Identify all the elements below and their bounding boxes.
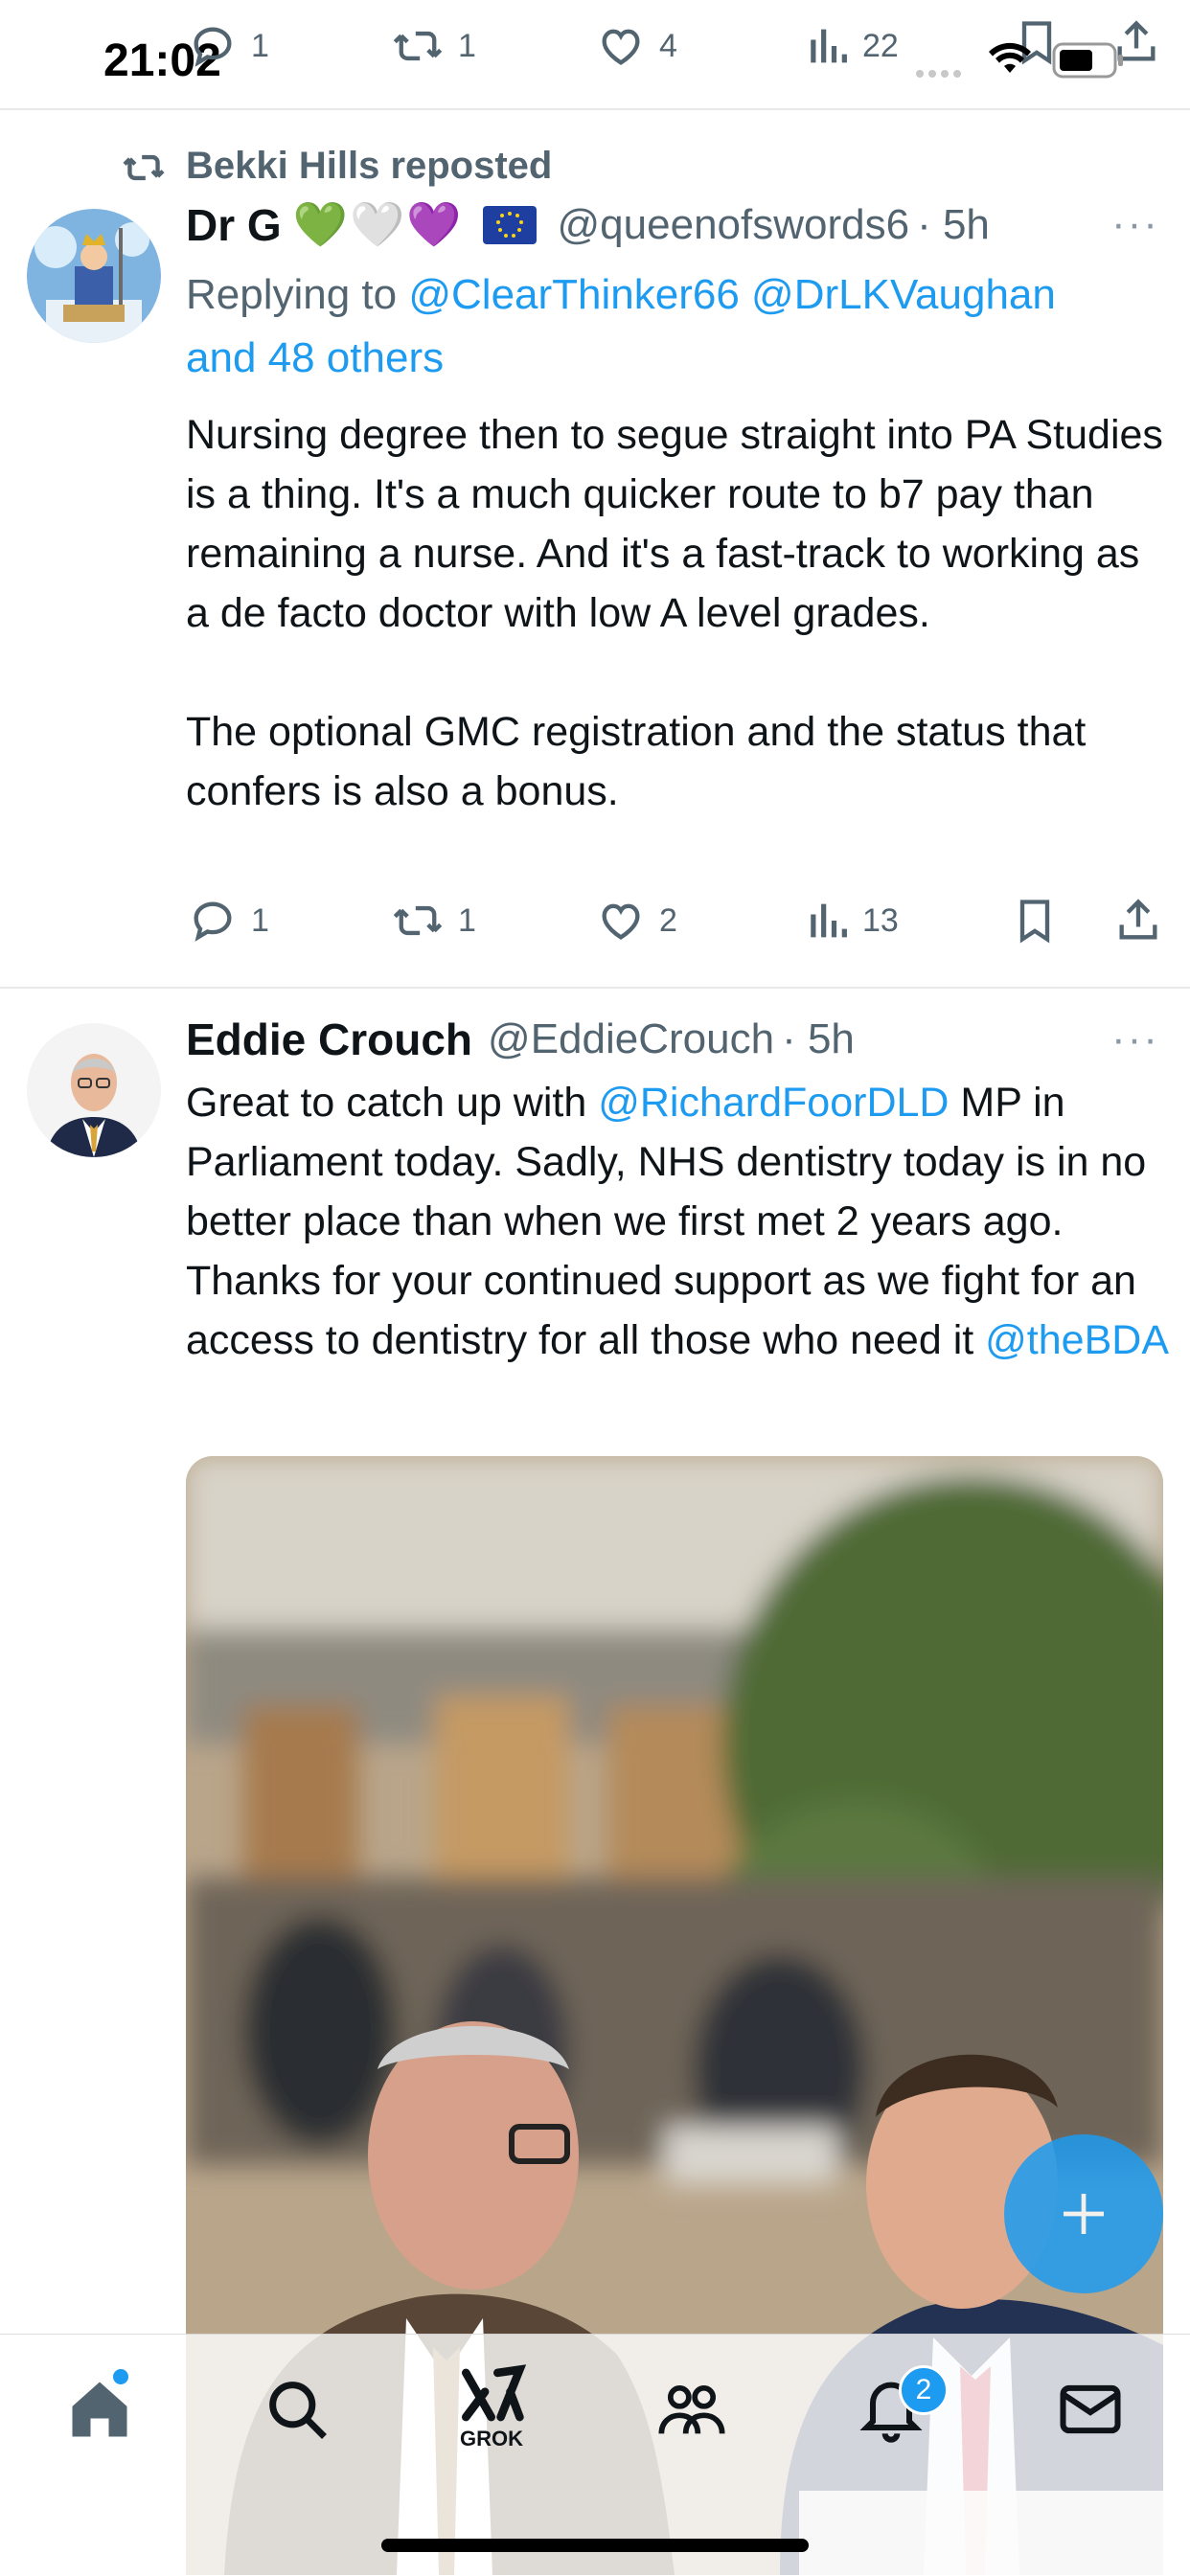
tweet-time: · 5h bbox=[782, 1015, 855, 1062]
reply-button[interactable]: 1 bbox=[188, 896, 269, 946]
home-indicator[interactable] bbox=[381, 2539, 809, 2552]
like-button[interactable]: 2 bbox=[596, 896, 677, 946]
nav-communities[interactable] bbox=[655, 2373, 728, 2446]
new-posts-dot bbox=[113, 2369, 128, 2384]
heart-icon bbox=[602, 903, 640, 940]
repost-icon bbox=[393, 905, 443, 936]
repost-icon bbox=[393, 31, 443, 61]
reply-icon bbox=[194, 901, 232, 942]
mention-link[interactable]: @theBDA bbox=[985, 1317, 1169, 1363]
reply-others-link[interactable]: and 48 others bbox=[186, 334, 444, 381]
grok-label: GROK bbox=[460, 2427, 523, 2451]
search-icon bbox=[269, 2382, 327, 2439]
avatar[interactable] bbox=[27, 209, 161, 343]
tweet-header: Eddie Crouch @EddieCrouch · 5h bbox=[186, 1014, 855, 1065]
status-bar: 21:02 1 1 4 22 bbox=[0, 0, 1190, 110]
messages-icon bbox=[1060, 2384, 1121, 2434]
nav-search[interactable] bbox=[261, 2373, 333, 2446]
eu-flag-icon bbox=[482, 205, 537, 244]
replying-to: Replying to @ClearThinker66 @DrLKVaughan… bbox=[186, 271, 1056, 381]
compose-button[interactable] bbox=[1004, 2134, 1163, 2293]
cellular-signal-icon bbox=[916, 70, 961, 78]
reply-count: 1 bbox=[251, 901, 269, 939]
nav-notifications[interactable]: 2 bbox=[855, 2365, 949, 2446]
views-icon bbox=[811, 903, 847, 938]
battery-icon bbox=[1052, 42, 1123, 79]
repost-icon bbox=[123, 154, 165, 181]
notifications-badge: 2 bbox=[899, 2365, 949, 2415]
communities-icon bbox=[658, 2384, 725, 2434]
views-button[interactable]: 22 bbox=[807, 21, 899, 71]
like-count: 2 bbox=[659, 901, 677, 939]
share-icon[interactable] bbox=[1113, 896, 1163, 946]
repost-button[interactable]: 1 bbox=[391, 21, 476, 71]
reposted-by-label[interactable]: Bekki Hills reposted bbox=[186, 145, 552, 188]
tweet-time: · 5h bbox=[917, 200, 990, 248]
avatar-image bbox=[27, 1023, 161, 1157]
views-count: 22 bbox=[862, 27, 899, 64]
reply-button[interactable]: 1 bbox=[188, 21, 269, 71]
nav-grok[interactable]: GROK bbox=[456, 2363, 533, 2451]
plus-icon bbox=[1064, 2194, 1104, 2234]
avatar[interactable] bbox=[27, 1023, 161, 1157]
tweet-header: Dr G 💚🤍💜 @queenofswords6 · 5h bbox=[186, 198, 990, 251]
views-icon bbox=[811, 29, 847, 63]
author-name[interactable]: Dr G bbox=[186, 199, 282, 251]
reply-icon bbox=[194, 27, 232, 67]
author-handle[interactable]: @queenofswords6 bbox=[558, 201, 910, 249]
bookmark-icon[interactable] bbox=[1014, 896, 1056, 946]
reply-count: 1 bbox=[251, 27, 269, 64]
author-handle[interactable]: @EddieCrouch bbox=[488, 1015, 774, 1063]
views-count: 13 bbox=[862, 901, 899, 939]
home-icon bbox=[72, 2382, 127, 2437]
like-button[interactable]: 4 bbox=[596, 21, 677, 71]
reply-mentions-link[interactable]: @ClearThinker66 @DrLKVaughan bbox=[408, 271, 1056, 318]
grok-icon bbox=[462, 2364, 527, 2422]
author-name[interactable]: Eddie Crouch bbox=[186, 1014, 472, 1065]
nav-messages[interactable] bbox=[1054, 2373, 1127, 2446]
wifi-icon bbox=[989, 42, 1031, 73]
repost-count: 1 bbox=[458, 27, 476, 64]
tweet-text: Great to catch up with @RichardFoorDLD M… bbox=[186, 1080, 1169, 1363]
mention-link[interactable]: @RichardFoorDLD bbox=[598, 1080, 949, 1126]
repost-button[interactable]: 1 bbox=[391, 896, 476, 946]
heart-icon bbox=[602, 29, 640, 65]
tweet-text: Nursing degree then to segue straight in… bbox=[186, 412, 1163, 814]
views-button[interactable]: 13 bbox=[807, 896, 899, 946]
nav-home[interactable] bbox=[63, 2369, 136, 2446]
like-count: 4 bbox=[659, 27, 677, 64]
name-emoji: 💚🤍💜 bbox=[292, 199, 464, 249]
more-options-button[interactable]: ··· bbox=[1111, 200, 1159, 248]
avatar-image bbox=[27, 209, 161, 343]
more-options-button[interactable]: ··· bbox=[1111, 1015, 1159, 1063]
repost-count: 1 bbox=[458, 901, 476, 939]
tweet-dr-g[interactable]: Bekki Hills reposted Dr G 💚🤍💜 @queenofsw… bbox=[0, 110, 1190, 989]
